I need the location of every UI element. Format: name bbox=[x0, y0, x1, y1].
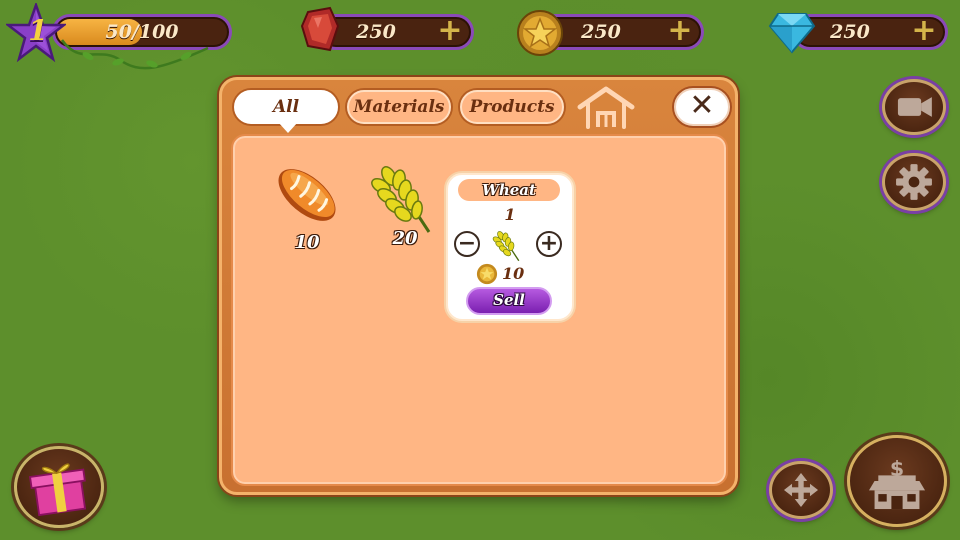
tab-materials[interactable]: Materials bbox=[347, 90, 451, 124]
ruby-icon bbox=[300, 6, 340, 52]
coin-icon bbox=[476, 263, 498, 285]
sell-popup: Wheat 1 − + 10 Sell bbox=[446, 173, 574, 321]
item-count: 10 bbox=[294, 232, 320, 253]
inventory-panel: All Materials Products ✕ 10 20 Wheat 1 −… bbox=[219, 77, 738, 495]
close-button[interactable]: ✕ bbox=[674, 88, 730, 126]
sell-price: 10 bbox=[502, 264, 525, 283]
vine-decoration bbox=[60, 39, 209, 70]
svg-text:$: $ bbox=[890, 456, 904, 480]
ruby-counter: 250 + bbox=[318, 14, 474, 50]
settings-button[interactable] bbox=[882, 153, 946, 211]
gear-icon bbox=[896, 164, 932, 200]
increase-quantity-button[interactable]: + bbox=[536, 231, 562, 257]
wheat-icon bbox=[492, 231, 520, 262]
shop-button[interactable]: $ bbox=[847, 435, 947, 527]
wheat-icon bbox=[371, 166, 431, 233]
video-camera-icon bbox=[897, 97, 932, 117]
inventory-item-wheat[interactable]: 20 bbox=[365, 156, 445, 256]
inventory-grid: 10 20 Wheat 1 − + 10 Sell bbox=[231, 134, 728, 486]
inventory-item-bread[interactable]: 10 bbox=[267, 160, 347, 260]
tab-products[interactable]: Products bbox=[460, 90, 564, 124]
gift-button[interactable] bbox=[14, 446, 104, 528]
move-button[interactable] bbox=[769, 461, 833, 519]
shop-icon: $ bbox=[868, 456, 926, 510]
video-button[interactable] bbox=[882, 79, 946, 135]
add-gems-button[interactable]: + bbox=[911, 16, 937, 46]
add-coins-button[interactable]: + bbox=[667, 16, 693, 46]
level-number: 1 bbox=[28, 14, 48, 47]
bread-icon bbox=[278, 169, 336, 221]
decrease-quantity-button[interactable]: − bbox=[454, 231, 480, 257]
move-arrows-icon bbox=[783, 472, 819, 508]
gift-icon bbox=[29, 463, 87, 517]
add-rubies-button[interactable]: + bbox=[437, 16, 463, 46]
barn-icon[interactable] bbox=[576, 85, 636, 129]
item-count: 20 bbox=[392, 228, 418, 249]
tab-all[interactable]: All bbox=[234, 90, 338, 133]
sell-quantity: 1 bbox=[504, 205, 516, 224]
sell-button[interactable]: Sell bbox=[466, 287, 552, 315]
coin-icon bbox=[517, 10, 563, 56]
sell-item-title: Wheat bbox=[458, 179, 560, 201]
diamond-icon bbox=[768, 13, 816, 54]
